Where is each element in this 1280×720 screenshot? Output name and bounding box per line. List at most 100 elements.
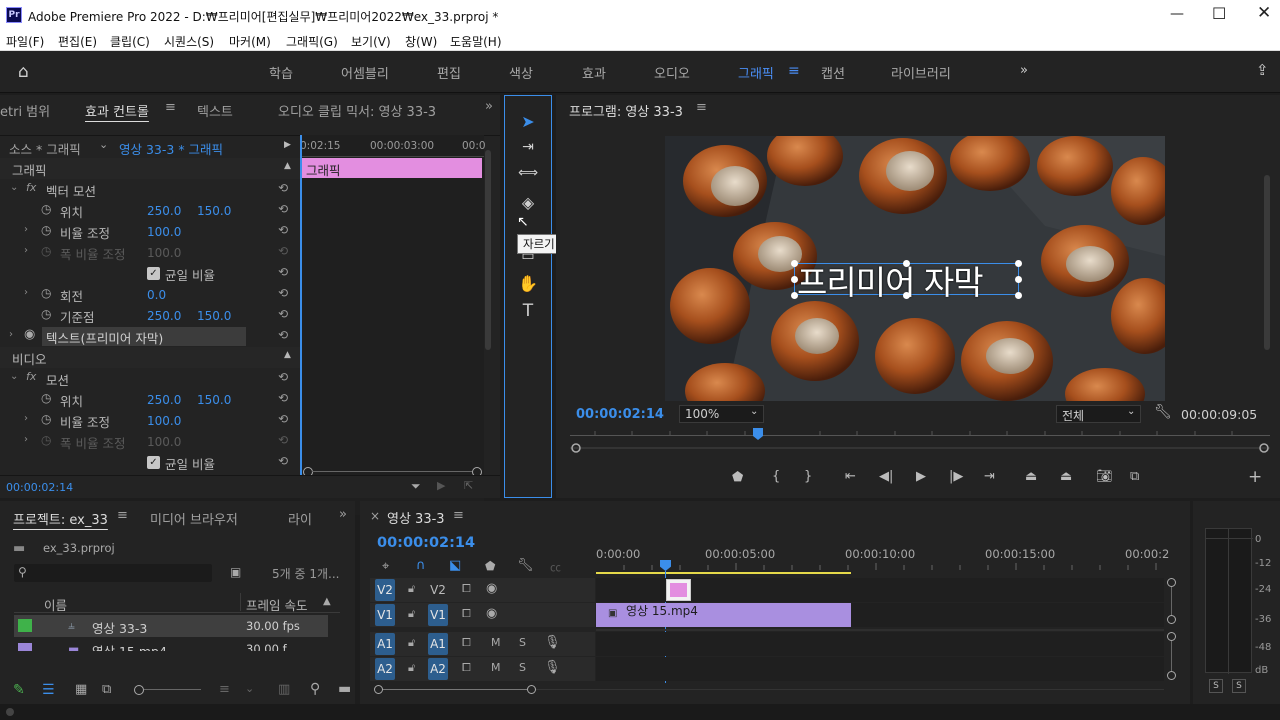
ec-timecode[interactable]: 00:00:02:14	[6, 481, 73, 494]
eye-icon[interactable]: ◉	[486, 581, 497, 596]
tab-media-browser[interactable]: 미디어 브라우저	[150, 509, 238, 528]
uniform-scale2-checkbox[interactable]: ✓	[147, 456, 160, 469]
stopwatch-icon[interactable]: ◷	[41, 307, 51, 321]
reset-icon[interactable]: ⟲	[278, 328, 288, 342]
workspace-libraries[interactable]: 라이브러리	[891, 63, 951, 82]
video-zoom-handle[interactable]	[1167, 578, 1176, 587]
nest-icon[interactable]: ⌖	[382, 559, 389, 574]
scale-value[interactable]: 100.0	[147, 225, 181, 239]
expand-icon[interactable]: ›	[24, 413, 28, 424]
panel-menu-icon[interactable]: ≡	[696, 100, 707, 115]
share-icon[interactable]: ⇪	[1256, 61, 1269, 79]
ripple-edit-tool-icon[interactable]: ⟺	[516, 165, 540, 189]
play-clip-icon[interactable]: ▶	[284, 140, 291, 150]
timeline-timecode[interactable]: 00:00:02:14	[377, 535, 475, 551]
minimize-icon[interactable]: —	[1170, 6, 1184, 22]
solo-icon[interactable]: S	[519, 636, 526, 649]
panel-menu-icon[interactable]: ≡	[117, 508, 128, 523]
menu-sequence[interactable]: 시퀀스(S)	[164, 33, 214, 50]
mute-icon[interactable]: M	[491, 636, 501, 649]
workspace-edit[interactable]: 편집	[437, 63, 461, 82]
lock-icon[interactable]: 🔓︎	[408, 607, 415, 621]
program-playhead[interactable]	[753, 428, 763, 440]
program-timecode[interactable]: 00:00:02:14	[576, 407, 664, 422]
resize-handle[interactable]	[903, 292, 910, 299]
source-patch-v2[interactable]: V2	[375, 579, 395, 601]
track-lane-a1[interactable]	[596, 632, 1164, 656]
sort-icons-icon[interactable]: ≡	[219, 682, 230, 697]
expand-icon[interactable]: ›	[24, 224, 28, 235]
source-patch-a2[interactable]: A2	[375, 658, 395, 680]
sync-lock-icon[interactable]: ⧠	[462, 582, 471, 596]
comparison-view-icon[interactable]: ⧉	[1130, 469, 1139, 484]
resize-handle[interactable]	[791, 276, 798, 283]
fx-icon[interactable]: fx	[26, 181, 36, 194]
solo-right-button[interactable]: S	[1232, 679, 1246, 693]
monitor-scrollbar[interactable]	[1264, 175, 1270, 350]
resize-handle[interactable]	[903, 260, 910, 267]
chevron-down-icon[interactable]: ⌄	[245, 682, 254, 695]
position2-x-value[interactable]: 250.0	[147, 393, 181, 407]
timeline-scroll-handle-left[interactable]	[374, 685, 383, 694]
source-patch-a1[interactable]: A1	[375, 633, 395, 655]
list-view-icon[interactable]: ☰	[42, 682, 55, 698]
resize-handle[interactable]	[1015, 292, 1022, 299]
ec-playhead[interactable]	[300, 135, 302, 475]
scale2-value[interactable]: 100.0	[147, 414, 181, 428]
track-target-a1[interactable]: A1	[428, 633, 448, 655]
menu-help[interactable]: 도움말(H)	[450, 33, 502, 50]
workspace-effects[interactable]: 효과	[582, 63, 606, 82]
find-icon[interactable]: ⚲	[310, 681, 320, 697]
new-bin-icon[interactable]: ▬	[338, 681, 351, 697]
anchor-x-value[interactable]: 250.0	[147, 309, 181, 323]
expand-icon[interactable]: ›	[24, 245, 28, 256]
audio-zoom-handle[interactable]	[1167, 632, 1176, 641]
wrench-icon[interactable]: 🔧︎	[517, 558, 534, 573]
reset-icon[interactable]: ⟲	[278, 391, 288, 405]
zoom-dropdown[interactable]: 100% ⌄	[679, 405, 764, 423]
play-icon[interactable]: ▶	[916, 469, 926, 484]
tab-effect-controls[interactable]: 효과 컨트롤	[85, 101, 149, 120]
stopwatch-icon[interactable]: ◷	[41, 202, 51, 216]
zoom-slider[interactable]	[144, 689, 201, 690]
fx-icon[interactable]: fx	[26, 370, 36, 383]
selection-tool-icon[interactable]: ➤	[516, 112, 540, 136]
workspace-assembly[interactable]: 어셈블리	[341, 63, 389, 82]
sort-icon[interactable]: ▲	[323, 596, 331, 607]
audio-zoom-handle[interactable]	[1167, 671, 1176, 680]
type-tool-icon[interactable]: T	[516, 301, 540, 325]
export-frame-icon[interactable]: 📷︎	[1096, 469, 1113, 484]
collapse-icon[interactable]: ▲	[284, 350, 291, 360]
add-marker-icon[interactable]: ⬟	[732, 470, 743, 485]
mark-out-icon[interactable]: }	[804, 469, 812, 484]
video-clip[interactable]: ▣ 영상 15.mp4	[596, 603, 851, 627]
track-target-v1[interactable]: V1	[428, 604, 448, 626]
stopwatch-icon[interactable]: ◷	[41, 286, 51, 300]
lock-icon[interactable]: 🔓︎	[408, 582, 415, 596]
eye-icon[interactable]: ◉	[486, 606, 497, 621]
expand-icon[interactable]: ›	[9, 329, 13, 340]
workspace-learn[interactable]: 학습	[269, 63, 293, 82]
column-name[interactable]: 이름	[44, 595, 67, 614]
more-panels-icon[interactable]: »	[339, 507, 347, 522]
solo-left-button[interactable]: S	[1209, 679, 1223, 693]
timeline-scroll-handle-right[interactable]	[527, 685, 536, 694]
graphic-clip[interactable]	[666, 579, 691, 601]
workspace-audio[interactable]: 오디오	[654, 63, 690, 82]
menu-window[interactable]: 창(W)	[405, 33, 437, 50]
expand-icon[interactable]: ›	[24, 287, 28, 298]
sync-lock-icon[interactable]: ⧠	[462, 661, 471, 675]
column-fps[interactable]: 프레임 속도	[246, 595, 307, 614]
automate-icon[interactable]: ▥	[278, 682, 290, 697]
panel-menu-icon[interactable]: ≡	[165, 100, 176, 115]
icon-view-icon[interactable]: ▦	[75, 682, 87, 697]
quality-dropdown[interactable]: 전체 ⌄	[1056, 405, 1141, 423]
uniform-scale-checkbox[interactable]: ✓	[147, 267, 160, 280]
source-dropdown-icon[interactable]: ⌄	[99, 138, 108, 151]
menu-clip[interactable]: 클립(C)	[110, 33, 150, 50]
solo-icon[interactable]: S	[519, 661, 526, 674]
eye-icon[interactable]: ◉	[24, 327, 35, 342]
caption-text[interactable]: 프리미어 자막	[797, 256, 984, 304]
close-tab-icon[interactable]: ×	[370, 509, 380, 523]
close-icon[interactable]: ✕	[1257, 3, 1271, 23]
